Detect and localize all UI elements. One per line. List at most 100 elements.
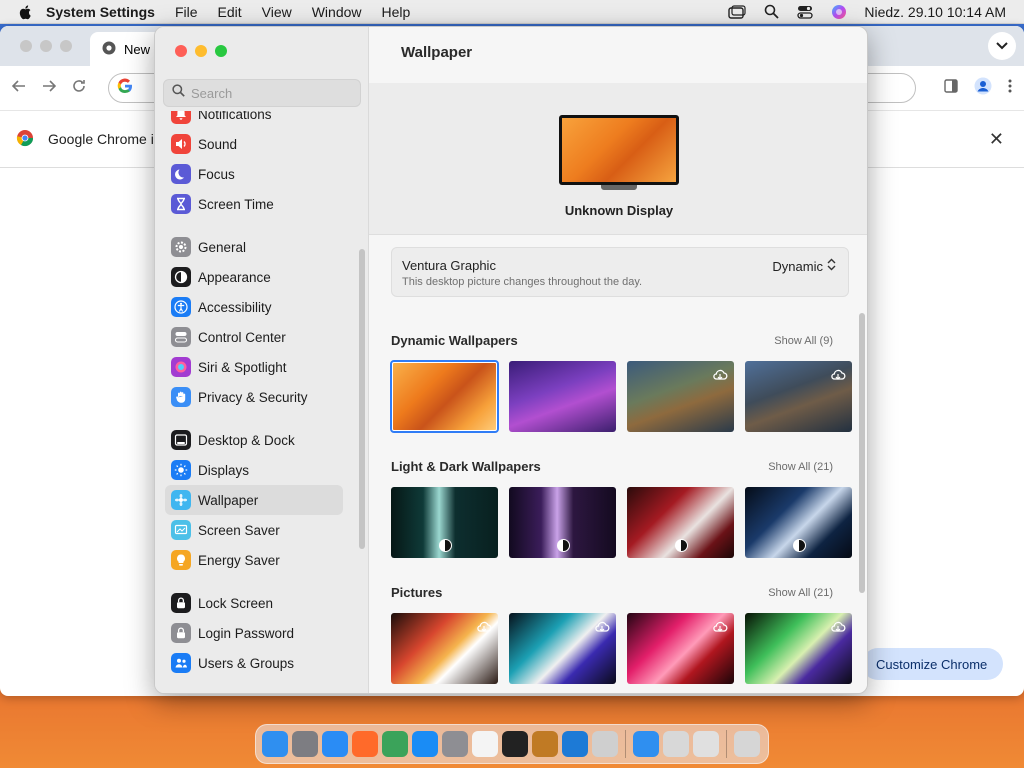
chrome-tab-search-button[interactable] bbox=[988, 32, 1016, 60]
wallpaper-mode-popup[interactable]: Dynamic bbox=[772, 258, 836, 274]
wallpaper-thumbnail[interactable] bbox=[509, 361, 616, 432]
textedit-icon[interactable] bbox=[472, 731, 498, 757]
more-vertical-icon[interactable] bbox=[1008, 79, 1012, 98]
cloud-download-icon bbox=[712, 619, 728, 635]
safari-icon[interactable] bbox=[322, 731, 348, 757]
menu-help[interactable]: Help bbox=[382, 4, 411, 20]
zoom-window-button[interactable] bbox=[215, 45, 227, 57]
sidebar-item-screen-time[interactable]: Screen Time bbox=[165, 189, 343, 219]
sidebar-item-screen-saver[interactable]: Screen Saver bbox=[165, 515, 343, 545]
wallpaper-thumbnail[interactable] bbox=[509, 613, 616, 684]
wallpaper-thumbnail[interactable] bbox=[627, 361, 734, 432]
wallpaper-thumbnail[interactable] bbox=[745, 487, 852, 558]
content-scrollbar[interactable] bbox=[859, 313, 865, 593]
sidebar-item-users-and-groups[interactable]: Users & Groups bbox=[165, 648, 343, 678]
firefox-icon[interactable] bbox=[352, 731, 378, 757]
finder-icon[interactable] bbox=[262, 731, 288, 757]
search-field[interactable] bbox=[163, 79, 361, 107]
minimize-window-button[interactable] bbox=[195, 45, 207, 57]
wallpaper-thumbnail[interactable] bbox=[745, 361, 852, 432]
script-editor-icon[interactable] bbox=[663, 731, 689, 757]
lock-icon bbox=[171, 623, 191, 643]
sidebar-item-privacy-and-security[interactable]: Privacy & Security bbox=[165, 382, 343, 412]
instruments-icon[interactable] bbox=[532, 731, 558, 757]
menubar-clock[interactable]: Niedz. 29.10 10:14 AM bbox=[864, 4, 1006, 20]
forward-arrow-icon[interactable] bbox=[42, 79, 57, 97]
wallpaper-thumbnail[interactable] bbox=[509, 487, 616, 558]
back-arrow-icon[interactable] bbox=[11, 79, 26, 97]
close-window-button[interactable] bbox=[175, 45, 187, 57]
chrome-icon[interactable] bbox=[382, 731, 408, 757]
vscode-icon[interactable] bbox=[562, 731, 588, 757]
sidebar-item-login-password[interactable]: Login Password bbox=[165, 618, 343, 648]
reload-icon[interactable] bbox=[72, 79, 86, 98]
sidebar-item-label: Accessibility bbox=[198, 299, 272, 315]
wallpaper-thumbnail[interactable] bbox=[627, 613, 734, 684]
show-all-button[interactable]: Show All (9) bbox=[774, 335, 833, 347]
sidebar-item-energy-saver[interactable]: Energy Saver bbox=[165, 545, 343, 575]
system-settings-icon[interactable] bbox=[442, 731, 468, 757]
sidebar-item-appearance[interactable]: Appearance bbox=[165, 262, 343, 292]
chrome-infobar-text: Google Chrome i bbox=[48, 131, 154, 147]
sidebar-item-label: Displays bbox=[198, 462, 250, 478]
profile-avatar-icon[interactable] bbox=[974, 77, 992, 100]
wallpaper-pane: Wallpaper Unknown Display Ventura Graphi… bbox=[369, 27, 867, 693]
sidebar-item-wallpaper[interactable]: Wallpaper bbox=[165, 485, 343, 515]
sidebar-item-control-center[interactable]: Control Center bbox=[165, 322, 343, 352]
light-dark-icon bbox=[674, 539, 688, 552]
menu-edit[interactable]: Edit bbox=[218, 4, 242, 20]
app-store-icon[interactable] bbox=[412, 731, 438, 757]
wallpaper-thumbnail[interactable] bbox=[390, 360, 499, 433]
menu-file[interactable]: File bbox=[175, 4, 198, 20]
apple-icon[interactable] bbox=[18, 4, 34, 20]
sidebar-item-notifications[interactable]: Notifications bbox=[165, 111, 343, 129]
wallpaper-thumbnail[interactable] bbox=[391, 613, 498, 684]
close-icon[interactable]: ✕ bbox=[989, 129, 1004, 150]
bulb-icon bbox=[171, 550, 191, 570]
sidebar-scrollbar[interactable] bbox=[359, 249, 365, 549]
side-panel-icon[interactable] bbox=[944, 78, 958, 98]
current-wallpaper-card: Ventura Graphic This desktop picture cha… bbox=[391, 247, 849, 297]
wallpaper-thumbnail[interactable] bbox=[745, 613, 852, 684]
sidebar-item-sound[interactable]: Sound bbox=[165, 129, 343, 159]
page-title: Wallpaper bbox=[401, 44, 473, 61]
sidebar-item-siri-and-spotlight[interactable]: Siri & Spotlight bbox=[165, 352, 343, 382]
sidebar-item-accessibility[interactable]: Accessibility bbox=[165, 292, 343, 322]
sidebar-item-desktop-and-dock[interactable]: Desktop & Dock bbox=[165, 425, 343, 455]
menu-view[interactable]: View bbox=[262, 4, 292, 20]
sidebar-item-displays[interactable]: Displays bbox=[165, 455, 343, 485]
section-header: Dynamic Wallpapers Show All (9) bbox=[391, 333, 833, 348]
wallpaper-thumbnail[interactable] bbox=[391, 487, 498, 558]
customize-chrome-button[interactable]: Customize Chrome bbox=[862, 648, 1004, 680]
gear-icon bbox=[171, 237, 191, 257]
spotlight-search-icon[interactable] bbox=[762, 4, 780, 20]
sidebar-item-label: Lock Screen bbox=[198, 595, 274, 611]
sidebar-item-label: Focus bbox=[198, 166, 235, 182]
dock-separator bbox=[726, 730, 727, 758]
menu-app-name[interactable]: System Settings bbox=[46, 4, 155, 20]
show-all-button[interactable]: Show All (21) bbox=[768, 461, 833, 473]
display-name: Unknown Display bbox=[564, 203, 674, 218]
search-input[interactable] bbox=[191, 85, 351, 101]
sidebar: Notifications Sound Focus Screen Time Genera… bbox=[155, 27, 369, 693]
section-header: Light & Dark Wallpapers Show All (21) bbox=[391, 459, 833, 474]
wallpaper-thumbnail[interactable] bbox=[627, 487, 734, 558]
stage-manager-icon[interactable] bbox=[728, 4, 746, 20]
sidebar-item-lock-screen[interactable]: Lock Screen bbox=[165, 588, 343, 618]
sidebar-item-label: Screen Saver bbox=[198, 522, 280, 538]
weather-icon[interactable] bbox=[633, 731, 659, 757]
terminal-icon[interactable] bbox=[502, 731, 528, 757]
sidebar-list: Notifications Sound Focus Screen Time Genera… bbox=[155, 111, 369, 693]
control-center-icon[interactable] bbox=[796, 4, 814, 20]
sidebar-item-general[interactable]: General bbox=[165, 232, 343, 262]
launchpad-icon[interactable] bbox=[292, 731, 318, 757]
show-all-button[interactable]: Show All (21) bbox=[768, 587, 833, 599]
trash-icon[interactable] bbox=[734, 731, 760, 757]
cloud-download-icon bbox=[830, 619, 846, 635]
menu-window[interactable]: Window bbox=[312, 4, 362, 20]
sidebar-item-focus[interactable]: Focus bbox=[165, 159, 343, 189]
printer-icon[interactable] bbox=[693, 731, 719, 757]
preview-icon[interactable] bbox=[592, 731, 618, 757]
siri-icon[interactable] bbox=[830, 4, 848, 20]
sidebar-item-label: Notifications bbox=[198, 111, 272, 122]
